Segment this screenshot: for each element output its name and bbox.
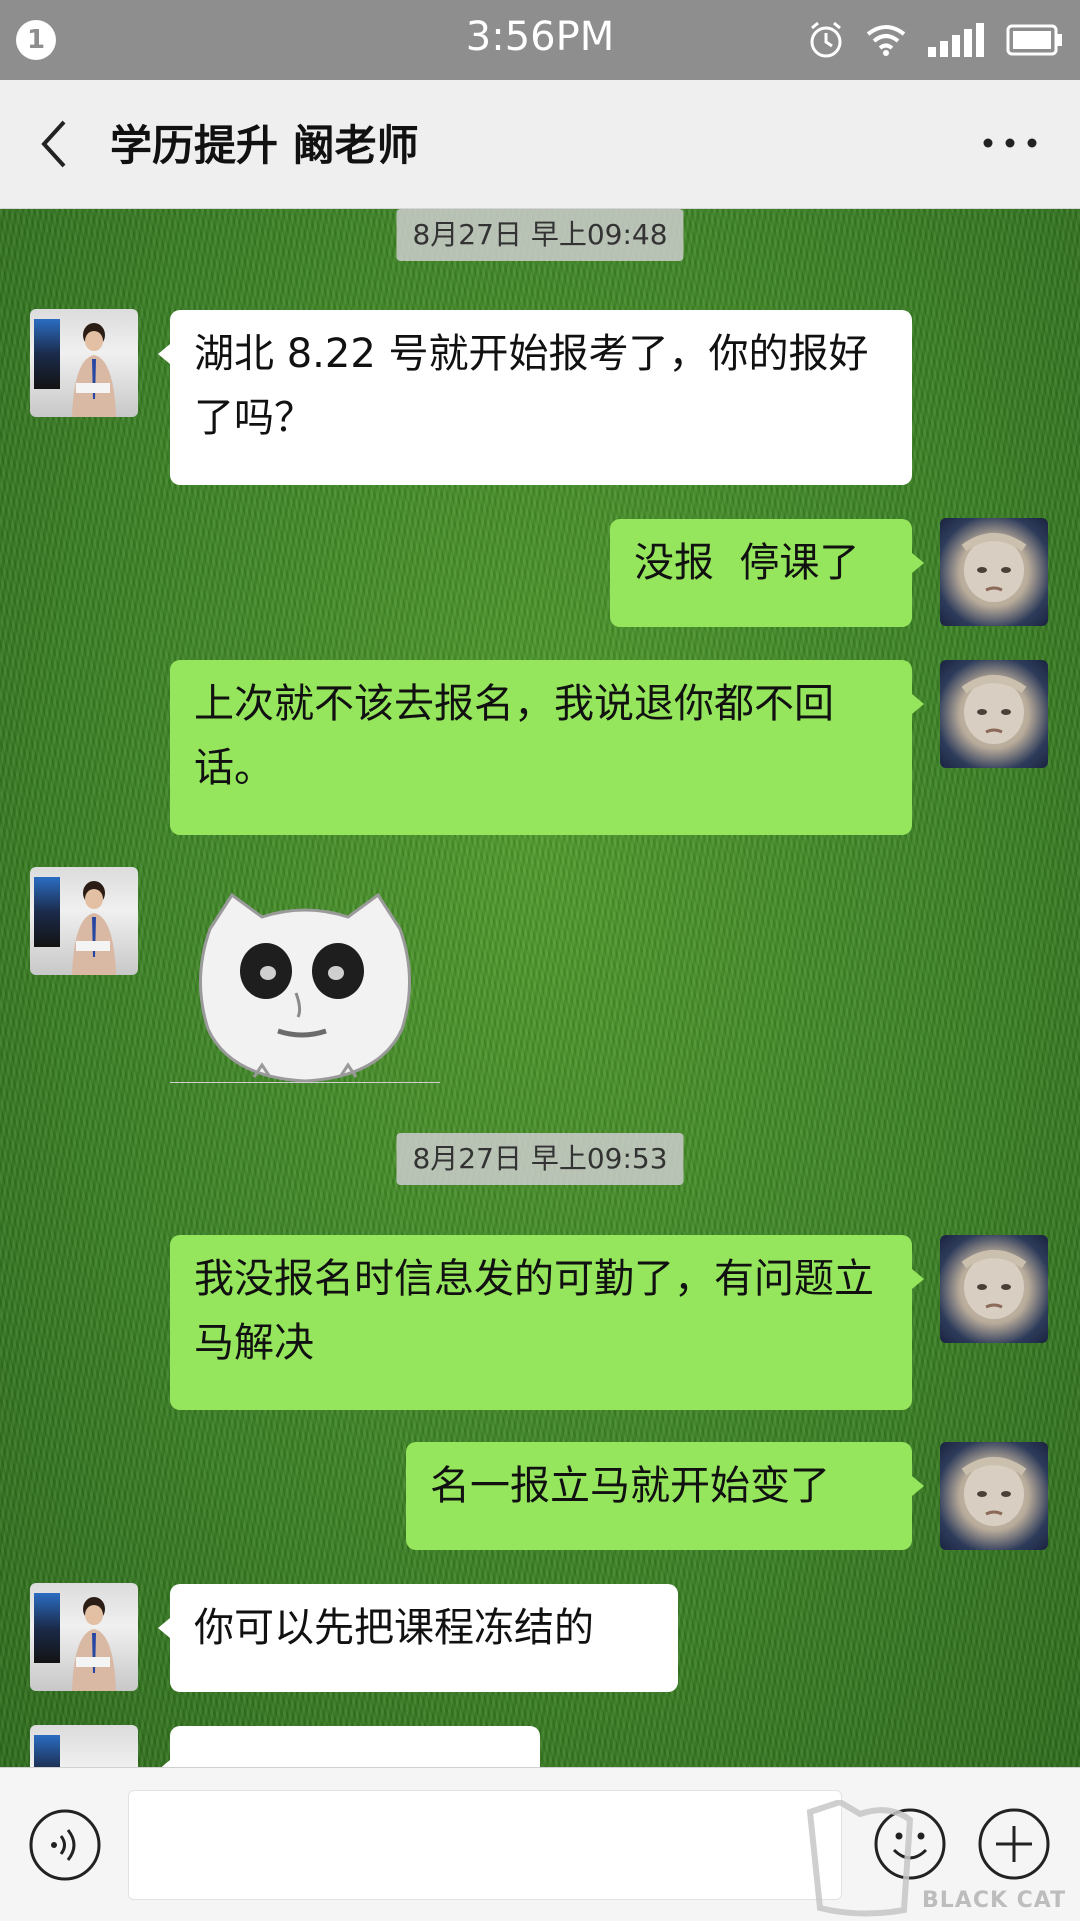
message-bubble-me[interactable]: 没报 停课了 bbox=[610, 519, 924, 627]
timestamp: 8月27日 早上09:48 bbox=[396, 209, 684, 261]
timestamp: 8月27日 早上09:53 bbox=[396, 1133, 684, 1185]
chevron-left-icon[interactable] bbox=[30, 114, 80, 174]
teacher-avatar[interactable] bbox=[30, 867, 138, 975]
teacher-avatar[interactable] bbox=[30, 1583, 138, 1691]
message-bubble-me[interactable]: 上次就不该去报名，我说退你都不回话。 bbox=[170, 660, 924, 835]
my-avatar[interactable] bbox=[940, 518, 1048, 626]
message-bubble-me[interactable]: 我没报名时信息发的可勤了，有问题立马解决 bbox=[170, 1235, 924, 1410]
message-text: 我没报名时信息发的可勤了，有问题立马解决 bbox=[194, 1256, 874, 1366]
my-avatar[interactable] bbox=[940, 1235, 1048, 1343]
chat-title: 学历提升 阚老师 bbox=[110, 121, 419, 170]
message-text: 名一报立马就开始变了 bbox=[430, 1463, 830, 1509]
wifi-icon bbox=[866, 25, 906, 56]
message-bubble-teacher[interactable]: 你可以先把课程冻结的 bbox=[158, 1584, 678, 1692]
message-bubble-teacher-partial[interactable] bbox=[158, 1726, 540, 1767]
panda-face-sticker[interactable] bbox=[170, 889, 440, 1083]
message-bubble-teacher[interactable]: 湖北 8.22 号就开始报考了，你的报好了吗？ bbox=[158, 310, 912, 485]
my-avatar[interactable] bbox=[940, 1442, 1048, 1550]
battery-icon bbox=[1006, 24, 1062, 56]
message-text: 你可以先把课程冻结的 bbox=[194, 1605, 594, 1651]
teacher-avatar[interactable] bbox=[30, 309, 138, 417]
sticker-underline bbox=[170, 1082, 440, 1083]
message-text: 上次就不该去报名，我说退你都不回话。 bbox=[194, 681, 834, 791]
my-avatar[interactable] bbox=[940, 660, 1048, 768]
watermark-text: BLACK CAT bbox=[922, 1888, 1067, 1913]
status-icons bbox=[808, 16, 1064, 64]
status-bar: 1 3:56PM bbox=[0, 0, 1080, 80]
teacher-avatar[interactable] bbox=[30, 1725, 138, 1767]
message-bubble-me[interactable]: 名一报立马就开始变了 bbox=[406, 1442, 924, 1550]
message-text: 湖北 8.22 号就开始报考了，你的报好了吗？ bbox=[194, 331, 869, 441]
signal-icon bbox=[928, 23, 984, 57]
message-text: 没报 停课了 bbox=[634, 540, 860, 586]
chat-header: 学历提升 阚老师 bbox=[0, 80, 1080, 209]
more-dots-icon[interactable] bbox=[980, 128, 1040, 158]
alarm-icon bbox=[810, 21, 842, 58]
voice-icon[interactable] bbox=[28, 1808, 102, 1882]
chat-area[interactable]: 8月27日 早上09:48 湖北 8.22 号就开始报考了，你的报好了吗？ 没报… bbox=[0, 209, 1080, 1767]
message-input[interactable] bbox=[128, 1790, 842, 1900]
